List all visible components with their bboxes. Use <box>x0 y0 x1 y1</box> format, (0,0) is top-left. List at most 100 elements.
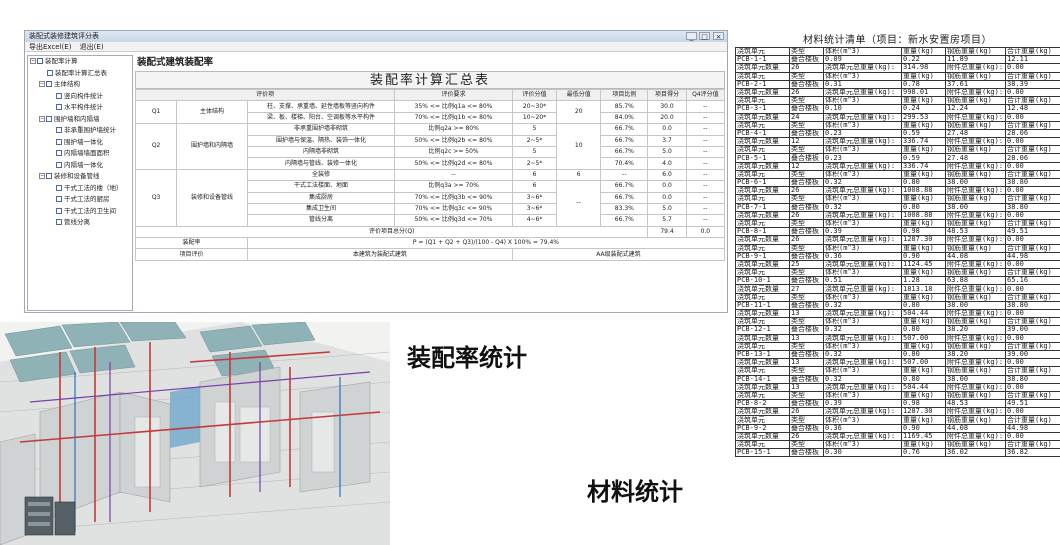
material-cell: PCB-9-2 <box>735 423 790 433</box>
tree-item[interactable]: − 装修和设备管线 <box>28 171 132 183</box>
material-cell: 998.01 <box>901 87 946 98</box>
tree-checkbox[interactable] <box>37 58 43 64</box>
material-cell: 钢筋重量(kg) <box>945 194 1006 204</box>
material-cell: 38.80 <box>1005 177 1060 188</box>
material-cell: 类型 <box>789 415 824 425</box>
material-cell: 0.59 <box>901 128 946 139</box>
tree-item[interactable]: 围护墙一体化 <box>28 137 132 149</box>
material-cell: 浇筑单元 <box>735 96 790 106</box>
tree-checkbox[interactable] <box>56 138 62 145</box>
tree-item[interactable]: 非承重围护墙统计 <box>28 125 132 137</box>
material-cell: PCB-1-1 <box>735 55 790 65</box>
tree-item[interactable]: 管线分离 <box>28 217 132 229</box>
tree-checkbox[interactable] <box>47 69 53 76</box>
material-cell: 钢筋重量(kg) <box>945 292 1006 302</box>
close-button[interactable]: × <box>713 32 724 41</box>
material-cell: 体积(m^3) <box>823 120 902 130</box>
score-cell: 0.0 <box>647 123 687 136</box>
header-min-score: 最低分值 <box>556 88 602 102</box>
tree-checkbox[interactable] <box>56 184 62 191</box>
material-cell: 48.53 <box>945 227 1006 237</box>
expand-toggle-icon[interactable]: − <box>39 115 45 122</box>
tree-checkbox[interactable] <box>56 207 62 214</box>
item-cell: 管线分离 <box>246 214 396 227</box>
tree-checkbox[interactable] <box>56 104 62 110</box>
score-range-cell: 3~6* <box>511 191 558 204</box>
material-cell: 浇筑单元数量 <box>735 407 790 417</box>
expand-toggle-icon[interactable]: − <box>30 58 36 64</box>
material-cell: 浇筑单元数量 <box>735 112 790 122</box>
material-cell: 38.80 <box>1005 202 1060 212</box>
score-cell: 30.0 <box>647 100 687 113</box>
tree-checkbox[interactable] <box>56 196 62 202</box>
tree-checkbox[interactable] <box>46 173 52 179</box>
expand-toggle-icon[interactable]: − <box>39 173 45 179</box>
table-title: 装配率计算汇总表 <box>135 71 725 89</box>
tree-checkbox[interactable] <box>56 150 62 156</box>
material-cell: 0.09 <box>823 55 902 65</box>
material-row: 浇筑单元 类型 体积(m^3) 重量(kg) 钢筋重量(kg) 合计重量(kg) <box>735 96 1060 106</box>
maximize-button[interactable]: □ <box>699 32 710 41</box>
score-range-cell: 6 <box>511 180 558 193</box>
tree-item[interactable]: 干式工法的卫生间 <box>28 206 132 218</box>
score-cell: 5.0 <box>647 202 687 216</box>
tree-checkbox[interactable] <box>46 81 52 87</box>
tree-item-label: 管线分离 <box>64 218 90 226</box>
tree-checkbox[interactable] <box>56 127 62 133</box>
tree-item[interactable]: 干式工法的楼（地） <box>28 183 132 195</box>
material-cell: 重量(kg) <box>901 145 946 155</box>
tree-item[interactable]: 水平构件统计 <box>28 102 132 114</box>
material-row: 浇筑单元数量 12 浇筑单元总重量(kg): 336.74 附件总重量(kg): 0.00 <box>735 137 1060 147</box>
material-cell: PCB-3-1 <box>735 104 790 114</box>
score-range-cell: 3~6* <box>511 202 558 216</box>
rate-row: 装配率 P = (Q1 + Q2 + Q3)/(100 - Q4) X 100%… <box>135 237 726 250</box>
evaluation-row: 项目评价 本建筑为装配式建筑 AA级装配式建筑 <box>135 248 726 261</box>
tree-checkbox[interactable] <box>46 115 52 122</box>
material-row: 浇筑单元 类型 体积(m^3) 重量(kg) 钢筋重量(kg) 合计重量(kg) <box>735 415 1060 425</box>
tree-item-label: 主体结构 <box>54 80 80 88</box>
material-row: 浇筑单元数量 13 浇筑单元总重量(kg): 504.44 附件总重量(kg): 0.00 <box>735 308 1060 319</box>
material-row: 浇筑单元数量 26 浇筑单元总重量(kg): 998.01 附件总重量(kg): 0.00 <box>735 87 1060 98</box>
minimize-button[interactable]: _ <box>686 32 697 41</box>
material-cell: 类型 <box>789 145 824 155</box>
menu-export-excel[interactable]: 导出Excel(E) <box>29 43 71 51</box>
material-cell: 类型 <box>789 71 824 81</box>
material-cell: 叠合楼板 <box>789 251 824 261</box>
item-cell: 集成卫生间 <box>246 202 396 216</box>
material-cell: 合计重量(kg) <box>1005 366 1060 376</box>
tree-item-label: 干式工法的楼（地） <box>64 183 123 192</box>
tree-item[interactable]: 内隔墙墙面面积 <box>28 148 132 160</box>
tree-item[interactable]: 内隔墙一体化 <box>28 160 132 172</box>
tree-item[interactable]: 竖向构件统计 <box>28 91 132 103</box>
material-cell: 重量(kg) <box>901 71 946 81</box>
requirement-cell: 50% <= 比例q3d <= 70% <box>394 214 513 227</box>
material-cell: 附件总重量(kg): <box>945 284 1006 294</box>
page-title: 装配式建筑装配率 <box>137 57 214 68</box>
material-cell: 浇筑单元数量 <box>735 259 790 270</box>
tree-item[interactable]: 装配率计算汇总表 <box>28 68 132 80</box>
tree-item[interactable]: − 围护墙和内隔墙 <box>28 114 132 126</box>
tree-checkbox[interactable] <box>56 219 62 225</box>
material-cell: 附件总重量(kg): <box>945 259 1006 270</box>
tree-checkbox[interactable] <box>56 92 62 99</box>
material-row: PCB-4-1 叠合楼板 0.23 0.59 27.48 28.06 <box>735 128 1060 139</box>
material-cell: PCB-9-1 <box>735 251 790 261</box>
tree-item[interactable]: 干式工法的厨房 <box>28 194 132 206</box>
tree-item-label: 水平构件统计 <box>64 103 103 111</box>
tree-item[interactable]: − 主体结构 <box>28 79 132 91</box>
menu-exit[interactable]: 退出(E) <box>80 43 104 51</box>
material-cell: 钢筋重量(kg) <box>945 96 1006 106</box>
tree-checkbox[interactable] <box>56 161 62 168</box>
material-cell: 0.80 <box>901 300 946 311</box>
material-cell: 浇筑单元 <box>735 439 790 450</box>
material-cell: 合计重量(kg) <box>1005 169 1060 180</box>
material-cell: 0.00 <box>1005 210 1060 220</box>
tree-item[interactable]: − 装配率计算 <box>28 56 132 68</box>
material-cell: 浇筑单元总重量(kg): <box>823 308 902 319</box>
expand-toggle-icon[interactable]: − <box>39 81 45 87</box>
material-cell: 12.48 <box>1005 104 1060 114</box>
material-cell: 1813.18 <box>901 284 946 294</box>
material-cell: 39.00 <box>1005 325 1060 335</box>
material-cell: PCB-4-1 <box>735 128 790 139</box>
material-cell: 0.30 <box>823 448 902 458</box>
